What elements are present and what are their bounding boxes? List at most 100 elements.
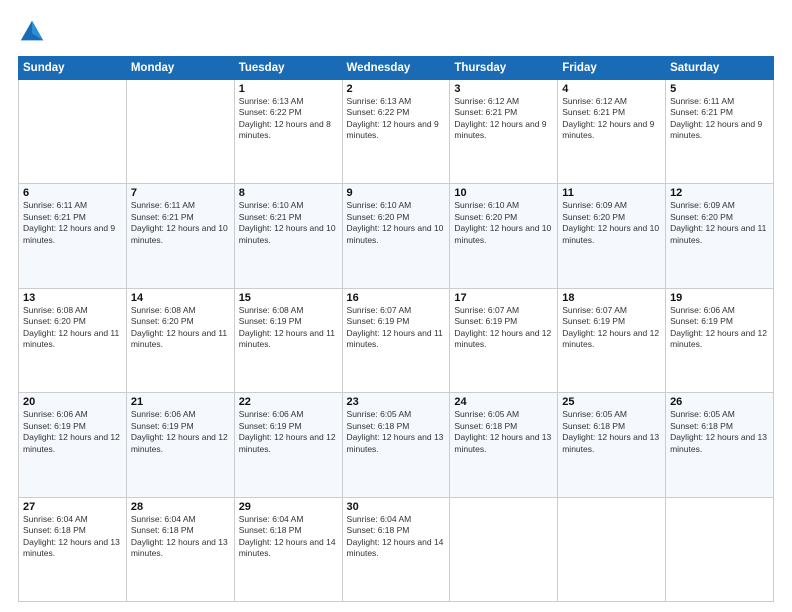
- day-info: Sunrise: 6:07 AM Sunset: 6:19 PM Dayligh…: [454, 305, 553, 351]
- calendar-cell: 25Sunrise: 6:05 AM Sunset: 6:18 PM Dayli…: [558, 393, 666, 497]
- logo: [18, 18, 50, 46]
- calendar-cell: [666, 497, 774, 601]
- day-number: 28: [131, 501, 230, 513]
- day-number: 14: [131, 292, 230, 304]
- calendar-cell: [558, 497, 666, 601]
- calendar-cell: 28Sunrise: 6:04 AM Sunset: 6:18 PM Dayli…: [126, 497, 234, 601]
- day-info: Sunrise: 6:07 AM Sunset: 6:19 PM Dayligh…: [562, 305, 661, 351]
- calendar-cell: 1Sunrise: 6:13 AM Sunset: 6:22 PM Daylig…: [234, 80, 342, 184]
- day-number: 17: [454, 292, 553, 304]
- calendar-cell: 19Sunrise: 6:06 AM Sunset: 6:19 PM Dayli…: [666, 288, 774, 392]
- calendar-cell: 15Sunrise: 6:08 AM Sunset: 6:19 PM Dayli…: [234, 288, 342, 392]
- calendar-cell: 9Sunrise: 6:10 AM Sunset: 6:20 PM Daylig…: [342, 184, 450, 288]
- day-info: Sunrise: 6:12 AM Sunset: 6:21 PM Dayligh…: [562, 96, 661, 142]
- day-number: 9: [347, 187, 446, 199]
- calendar-cell: [126, 80, 234, 184]
- day-info: Sunrise: 6:06 AM Sunset: 6:19 PM Dayligh…: [670, 305, 769, 351]
- day-info: Sunrise: 6:11 AM Sunset: 6:21 PM Dayligh…: [131, 200, 230, 246]
- calendar-cell: 17Sunrise: 6:07 AM Sunset: 6:19 PM Dayli…: [450, 288, 558, 392]
- day-info: Sunrise: 6:10 AM Sunset: 6:21 PM Dayligh…: [239, 200, 338, 246]
- day-info: Sunrise: 6:10 AM Sunset: 6:20 PM Dayligh…: [454, 200, 553, 246]
- calendar-cell: 8Sunrise: 6:10 AM Sunset: 6:21 PM Daylig…: [234, 184, 342, 288]
- weekday-header-wednesday: Wednesday: [342, 57, 450, 80]
- day-number: 2: [347, 83, 446, 95]
- calendar-cell: 18Sunrise: 6:07 AM Sunset: 6:19 PM Dayli…: [558, 288, 666, 392]
- day-number: 30: [347, 501, 446, 513]
- week-row-1: 1Sunrise: 6:13 AM Sunset: 6:22 PM Daylig…: [19, 80, 774, 184]
- calendar-cell: 20Sunrise: 6:06 AM Sunset: 6:19 PM Dayli…: [19, 393, 127, 497]
- calendar-cell: 26Sunrise: 6:05 AM Sunset: 6:18 PM Dayli…: [666, 393, 774, 497]
- week-row-5: 27Sunrise: 6:04 AM Sunset: 6:18 PM Dayli…: [19, 497, 774, 601]
- day-info: Sunrise: 6:11 AM Sunset: 6:21 PM Dayligh…: [670, 96, 769, 142]
- day-number: 4: [562, 83, 661, 95]
- day-number: 12: [670, 187, 769, 199]
- day-info: Sunrise: 6:09 AM Sunset: 6:20 PM Dayligh…: [562, 200, 661, 246]
- calendar-cell: 6Sunrise: 6:11 AM Sunset: 6:21 PM Daylig…: [19, 184, 127, 288]
- day-number: 25: [562, 396, 661, 408]
- weekday-header-row: SundayMondayTuesdayWednesdayThursdayFrid…: [19, 57, 774, 80]
- week-row-4: 20Sunrise: 6:06 AM Sunset: 6:19 PM Dayli…: [19, 393, 774, 497]
- week-row-3: 13Sunrise: 6:08 AM Sunset: 6:20 PM Dayli…: [19, 288, 774, 392]
- logo-icon: [18, 18, 46, 46]
- day-number: 18: [562, 292, 661, 304]
- calendar-cell: 3Sunrise: 6:12 AM Sunset: 6:21 PM Daylig…: [450, 80, 558, 184]
- calendar-cell: 16Sunrise: 6:07 AM Sunset: 6:19 PM Dayli…: [342, 288, 450, 392]
- day-info: Sunrise: 6:08 AM Sunset: 6:19 PM Dayligh…: [239, 305, 338, 351]
- calendar-cell: 10Sunrise: 6:10 AM Sunset: 6:20 PM Dayli…: [450, 184, 558, 288]
- day-number: 13: [23, 292, 122, 304]
- day-number: 26: [670, 396, 769, 408]
- day-info: Sunrise: 6:04 AM Sunset: 6:18 PM Dayligh…: [131, 514, 230, 560]
- day-number: 16: [347, 292, 446, 304]
- calendar-cell: 2Sunrise: 6:13 AM Sunset: 6:22 PM Daylig…: [342, 80, 450, 184]
- calendar-cell: 23Sunrise: 6:05 AM Sunset: 6:18 PM Dayli…: [342, 393, 450, 497]
- calendar-cell: 5Sunrise: 6:11 AM Sunset: 6:21 PM Daylig…: [666, 80, 774, 184]
- calendar-cell: 13Sunrise: 6:08 AM Sunset: 6:20 PM Dayli…: [19, 288, 127, 392]
- week-row-2: 6Sunrise: 6:11 AM Sunset: 6:21 PM Daylig…: [19, 184, 774, 288]
- day-info: Sunrise: 6:08 AM Sunset: 6:20 PM Dayligh…: [131, 305, 230, 351]
- day-info: Sunrise: 6:08 AM Sunset: 6:20 PM Dayligh…: [23, 305, 122, 351]
- day-number: 11: [562, 187, 661, 199]
- calendar-cell: 27Sunrise: 6:04 AM Sunset: 6:18 PM Dayli…: [19, 497, 127, 601]
- day-info: Sunrise: 6:05 AM Sunset: 6:18 PM Dayligh…: [347, 409, 446, 455]
- day-number: 3: [454, 83, 553, 95]
- day-info: Sunrise: 6:13 AM Sunset: 6:22 PM Dayligh…: [239, 96, 338, 142]
- day-info: Sunrise: 6:04 AM Sunset: 6:18 PM Dayligh…: [347, 514, 446, 560]
- day-info: Sunrise: 6:06 AM Sunset: 6:19 PM Dayligh…: [23, 409, 122, 455]
- weekday-header-sunday: Sunday: [19, 57, 127, 80]
- day-number: 27: [23, 501, 122, 513]
- day-info: Sunrise: 6:13 AM Sunset: 6:22 PM Dayligh…: [347, 96, 446, 142]
- calendar-cell: 12Sunrise: 6:09 AM Sunset: 6:20 PM Dayli…: [666, 184, 774, 288]
- weekday-header-tuesday: Tuesday: [234, 57, 342, 80]
- day-info: Sunrise: 6:09 AM Sunset: 6:20 PM Dayligh…: [670, 200, 769, 246]
- calendar-cell: [450, 497, 558, 601]
- calendar-cell: 24Sunrise: 6:05 AM Sunset: 6:18 PM Dayli…: [450, 393, 558, 497]
- weekday-header-friday: Friday: [558, 57, 666, 80]
- calendar-cell: 4Sunrise: 6:12 AM Sunset: 6:21 PM Daylig…: [558, 80, 666, 184]
- day-number: 10: [454, 187, 553, 199]
- day-number: 6: [23, 187, 122, 199]
- day-number: 1: [239, 83, 338, 95]
- day-info: Sunrise: 6:04 AM Sunset: 6:18 PM Dayligh…: [23, 514, 122, 560]
- day-number: 21: [131, 396, 230, 408]
- day-number: 20: [23, 396, 122, 408]
- day-info: Sunrise: 6:05 AM Sunset: 6:18 PM Dayligh…: [454, 409, 553, 455]
- calendar-cell: 21Sunrise: 6:06 AM Sunset: 6:19 PM Dayli…: [126, 393, 234, 497]
- day-number: 23: [347, 396, 446, 408]
- calendar-cell: 30Sunrise: 6:04 AM Sunset: 6:18 PM Dayli…: [342, 497, 450, 601]
- day-number: 5: [670, 83, 769, 95]
- calendar-cell: 11Sunrise: 6:09 AM Sunset: 6:20 PM Dayli…: [558, 184, 666, 288]
- day-number: 15: [239, 292, 338, 304]
- day-number: 24: [454, 396, 553, 408]
- weekday-header-monday: Monday: [126, 57, 234, 80]
- calendar-cell: [19, 80, 127, 184]
- day-info: Sunrise: 6:10 AM Sunset: 6:20 PM Dayligh…: [347, 200, 446, 246]
- day-number: 19: [670, 292, 769, 304]
- day-info: Sunrise: 6:06 AM Sunset: 6:19 PM Dayligh…: [131, 409, 230, 455]
- day-info: Sunrise: 6:12 AM Sunset: 6:21 PM Dayligh…: [454, 96, 553, 142]
- day-info: Sunrise: 6:05 AM Sunset: 6:18 PM Dayligh…: [670, 409, 769, 455]
- day-number: 8: [239, 187, 338, 199]
- day-info: Sunrise: 6:11 AM Sunset: 6:21 PM Dayligh…: [23, 200, 122, 246]
- day-number: 7: [131, 187, 230, 199]
- day-info: Sunrise: 6:04 AM Sunset: 6:18 PM Dayligh…: [239, 514, 338, 560]
- weekday-header-thursday: Thursday: [450, 57, 558, 80]
